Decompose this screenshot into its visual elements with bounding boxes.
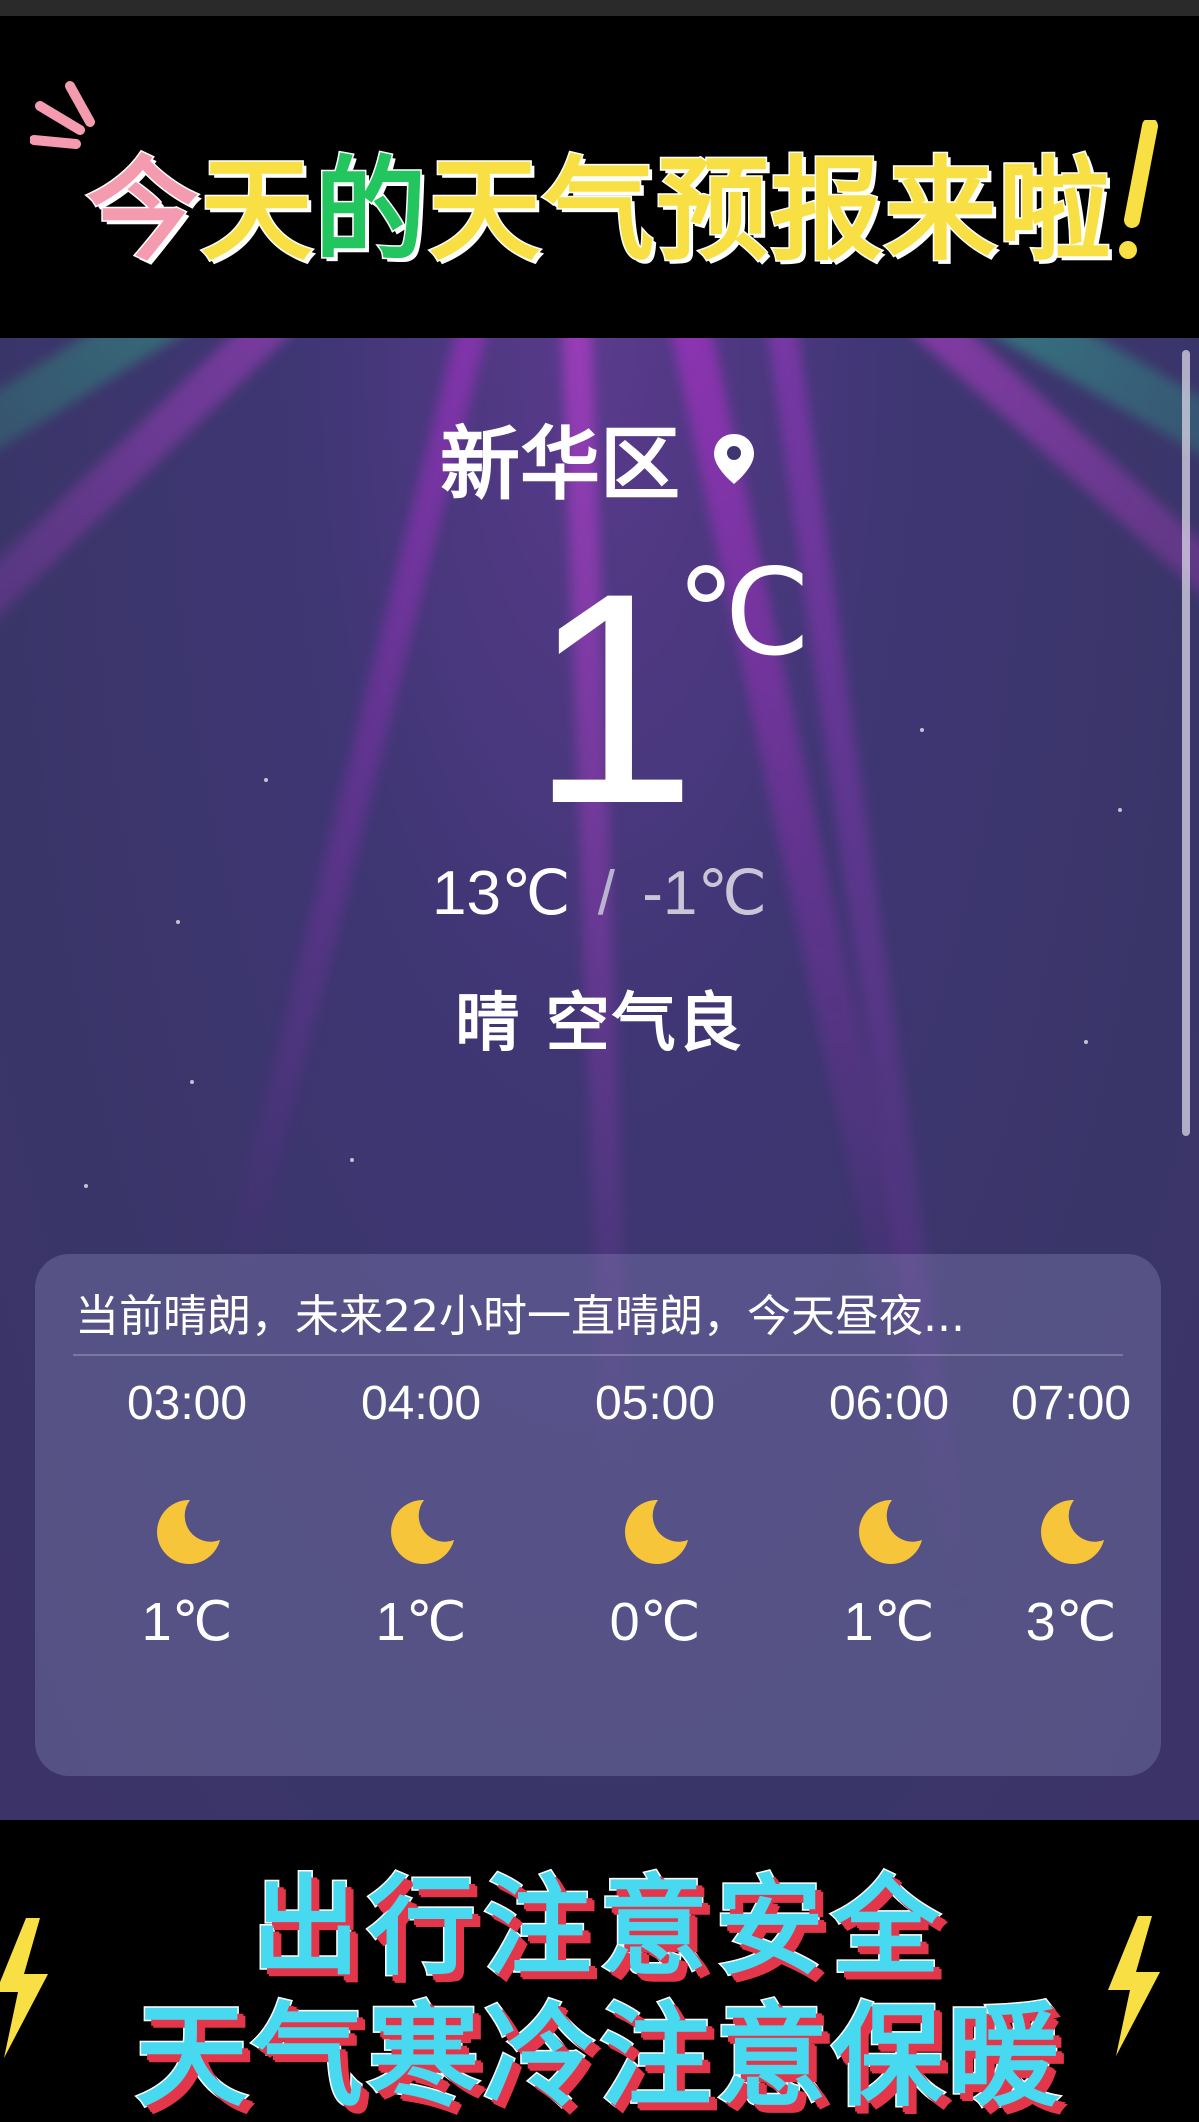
high-low-separator: / [597,859,616,928]
forecast-summary[interactable]: 当前晴朗，未来22小时一直晴朗，今天昼夜... [75,1280,965,1344]
location-name: 新华区 [439,418,680,511]
hourly-item[interactable]: 03:00 1℃ [97,1364,277,1653]
headline-char: 气 [541,145,657,278]
hour-temp: 1℃ [141,1592,233,1652]
hourly-item[interactable]: 04:00 1℃ [331,1364,511,1653]
hour-time: 07:00 [1010,1377,1132,1430]
moon-icon [1041,1499,1104,1564]
hourly-item[interactable]: 07:00 3℃ [981,1364,1161,1653]
headline-char: 啦 [997,145,1113,278]
moon-icon [625,1499,688,1564]
location-row[interactable]: 新华区 [0,400,1199,516]
exclamation-icon [1119,120,1158,259]
hour-time: 04:00 [360,1377,482,1430]
hour-time: 06:00 [828,1377,950,1430]
hour-temp: 3℃ [1025,1592,1117,1652]
hour-temp: 1℃ [375,1592,467,1652]
temperature-unit: ℃ [676,546,811,680]
headline-char: 天 [199,145,315,278]
hourly-item[interactable]: 06:00 1℃ [799,1364,979,1653]
moon-icon [859,1499,922,1564]
hour-temp: 0℃ [609,1592,701,1652]
hour-time: 03:00 [126,1377,248,1430]
location-pin-icon [714,434,755,484]
high-temp: 13℃ [431,859,571,928]
hourly-forecast-card[interactable]: 当前晴朗，未来22小时一直晴朗，今天昼夜... 03:00 1℃ 04:00 1… [35,1254,1161,1776]
status-strip [0,0,1199,16]
reminder-line-warmth: 天气寒冷注意保暖 [134,1991,1064,2122]
star [264,778,268,782]
headline-char: 天 [427,145,543,278]
moon-icon [391,1499,454,1564]
headline-banner: 今天的天气预报来啦 [0,0,1199,338]
star [84,1184,88,1188]
headline-title: 今天的天气预报来啦 [0,120,1199,282]
headline-char: 今 [85,145,201,278]
divider [73,1354,1123,1356]
moon-icon [157,1499,220,1564]
low-temp: -1℃ [642,859,768,928]
weather-screen: 新华区 1 ℃ 13℃ / -1℃ 晴 空气良 当前晴朗，未来22小时一直晴朗，… [0,338,1199,1820]
hour-temp: 1℃ [843,1592,935,1652]
hourly-item[interactable]: 05:00 0℃ [565,1364,745,1653]
headline-char: 来 [883,145,999,278]
weather-condition: 晴 空气良 [455,987,744,1061]
headline-char: 的 [313,145,429,278]
current-temperature: 1 [530,530,697,866]
high-low-temperature: 13℃ / -1℃ [0,856,1199,929]
star [350,1158,354,1162]
star [1118,808,1122,812]
reminder-banner: 出行注意安全 天气寒冷注意保暖 [0,1820,1199,2122]
hour-time: 05:00 [594,1377,716,1430]
star [920,728,924,732]
headline-char: 报 [769,145,885,278]
star [190,1080,194,1084]
headline-char: 预 [655,145,771,278]
